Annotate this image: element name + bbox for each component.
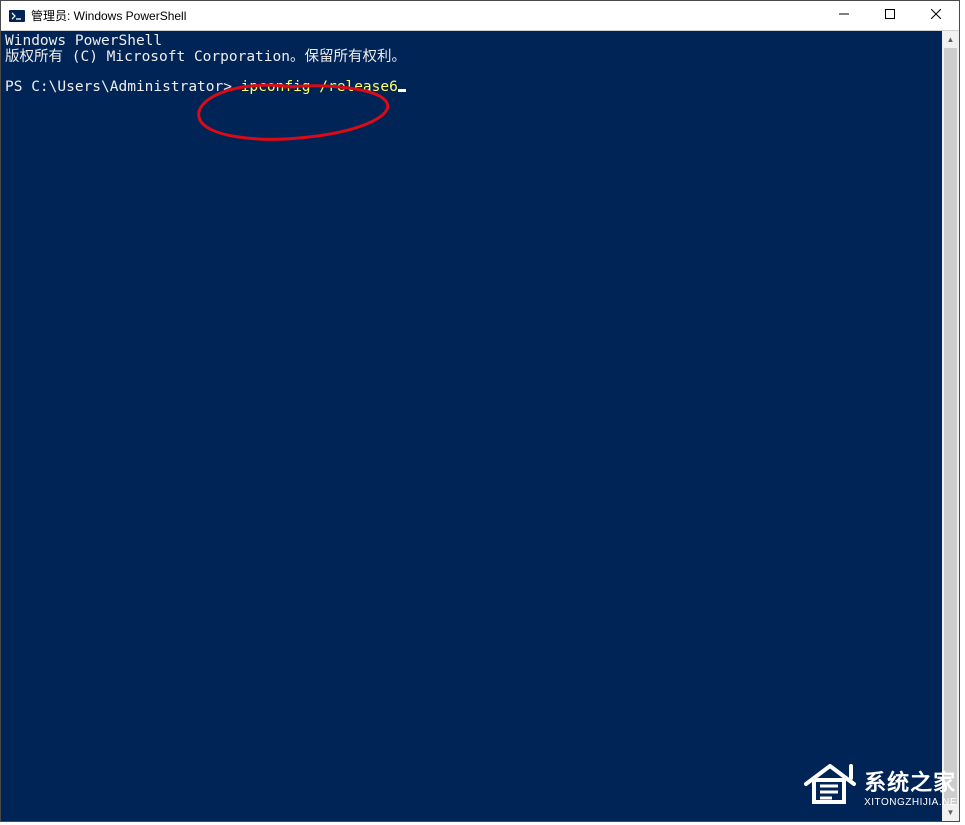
window-controls — [821, 1, 959, 30]
scroll-thumb[interactable] — [944, 48, 957, 804]
minimize-button[interactable] — [821, 1, 867, 30]
scroll-up-arrow-icon[interactable]: ▲ — [942, 31, 959, 48]
terminal-area[interactable]: Windows PowerShell 版权所有 (C) Microsoft Co… — [1, 31, 959, 821]
terminal-prompt-line: PS C:\Users\Administrator> ipconfig /rel… — [5, 79, 955, 95]
cursor — [398, 89, 406, 92]
command-text-2: /release6 — [319, 79, 398, 95]
powershell-icon — [9, 8, 25, 24]
maximize-icon — [885, 9, 895, 22]
close-button[interactable] — [913, 1, 959, 30]
terminal-copyright-line: 版权所有 (C) Microsoft Corporation。保留所有权利。 — [5, 49, 955, 65]
scroll-down-arrow-icon[interactable]: ▼ — [942, 804, 959, 821]
vertical-scrollbar[interactable]: ▲ ▼ — [942, 31, 959, 821]
maximize-button[interactable] — [867, 1, 913, 30]
window-title: 管理员: Windows PowerShell — [31, 7, 821, 24]
powershell-window: 管理员: Windows PowerShell Windows PowerShe… — [0, 0, 960, 822]
minimize-icon — [839, 9, 849, 22]
scroll-track[interactable] — [942, 48, 959, 804]
terminal-header-line: Windows PowerShell — [5, 33, 955, 49]
command-text-1: ipconfig — [241, 79, 320, 95]
prompt-text: PS C:\Users\Administrator> — [5, 79, 241, 95]
titlebar[interactable]: 管理员: Windows PowerShell — [1, 1, 959, 31]
close-icon — [931, 9, 941, 22]
